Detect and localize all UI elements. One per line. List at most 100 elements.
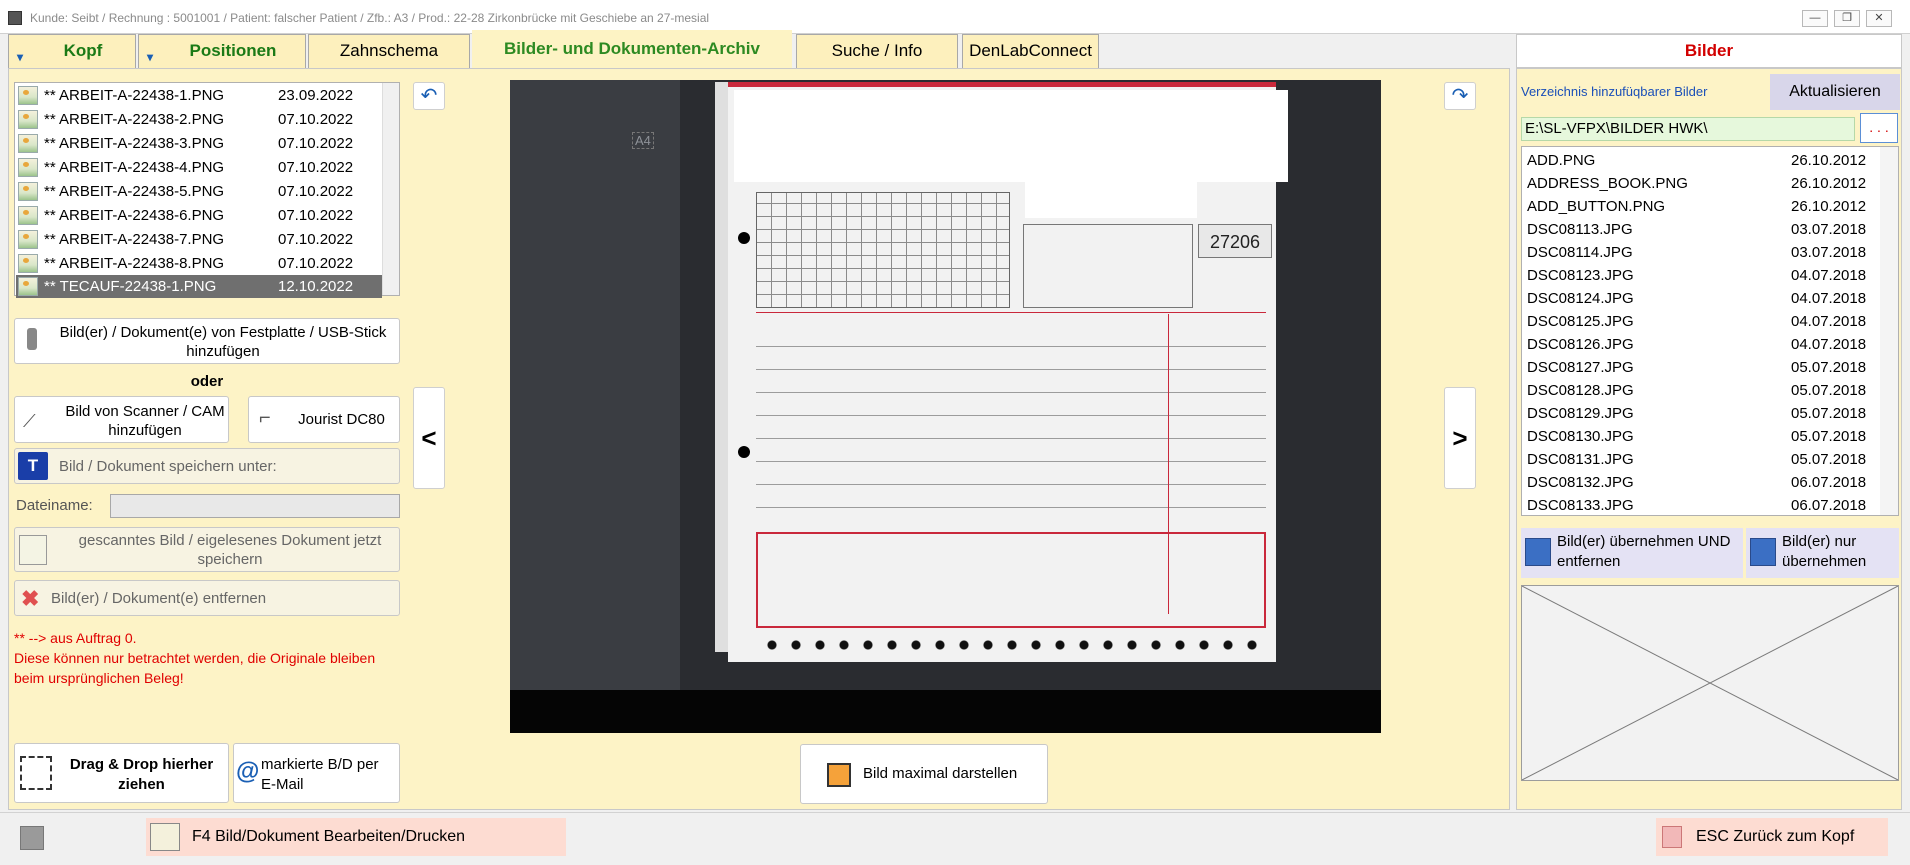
- directory-file-name: DSC08132.JPG: [1527, 474, 1634, 491]
- directory-file-name: DSC08127.JPG: [1527, 359, 1634, 376]
- drag-drop-area[interactable]: Drag & Drop hierher ziehen: [14, 743, 229, 803]
- list-item[interactable]: ** ARBEIT-A-22438-5.PNG 07.10.2022: [16, 180, 382, 203]
- next-image-button[interactable]: >: [1444, 387, 1476, 489]
- rotate-right-button[interactable]: ↷: [1444, 82, 1476, 110]
- image-file-icon: [18, 230, 38, 249]
- save-scanned-button[interactable]: gescanntes Bild / eigelesenes Dokument j…: [14, 527, 400, 572]
- back-to-head-button[interactable]: ESC Zurück zum Kopf: [1656, 818, 1888, 856]
- archive-note-line2: Diese können nur betrachtet werden, die …: [14, 650, 376, 686]
- list-item[interactable]: ** ARBEIT-A-22438-1.PNG 23.09.2022: [16, 84, 382, 107]
- edit-print-icon: [150, 823, 180, 851]
- form-bottom-table: [756, 532, 1266, 628]
- refresh-button[interactable]: Aktualisieren: [1770, 74, 1900, 110]
- list-item[interactable]: DSC08127.JPG 05.07.2018: [1527, 356, 1872, 379]
- list-item[interactable]: ** ARBEIT-A-22438-8.PNG 07.10.2022: [16, 252, 382, 275]
- image-file-icon: [18, 86, 38, 105]
- tab-kopf[interactable]: ▾ Kopf: [8, 34, 136, 68]
- list-item[interactable]: DSC08131.JPG 05.07.2018: [1527, 448, 1872, 471]
- rotate-right-icon: ↷: [1451, 85, 1469, 107]
- add-from-disk-button[interactable]: Bild(er) / Dokument(e) von Festplatte / …: [14, 318, 400, 364]
- email-button[interactable]: @ markierte B/D per E-Mail: [233, 743, 400, 803]
- empty-image-cross-icon: [1522, 586, 1898, 780]
- status-square: [20, 826, 44, 850]
- list-item[interactable]: ** ARBEIT-A-22438-7.PNG 07.10.2022: [16, 228, 382, 251]
- tab-bilder-archiv[interactable]: Bilder- und Dokumenten-Archiv: [472, 30, 792, 68]
- list-item[interactable]: DSC08130.JPG 05.07.2018: [1527, 425, 1872, 448]
- remove-button[interactable]: ✖ Bild(er) / Dokument(e) entfernen: [14, 580, 400, 616]
- show-maximized-button[interactable]: Bild maximal darstellen: [800, 744, 1048, 804]
- take-and-remove-button[interactable]: Bild(er) übernehmen UND entfernen: [1521, 528, 1743, 578]
- usb-stick-icon: [27, 328, 37, 350]
- save-under-button[interactable]: T Bild / Dokument speichern unter:: [14, 448, 400, 484]
- list-item[interactable]: ADD.PNG 26.10.2012: [1527, 149, 1872, 172]
- list-item[interactable]: ** ARBEIT-A-22438-2.PNG 07.10.2022: [16, 108, 382, 131]
- tab-zahnschema[interactable]: Zahnschema: [308, 34, 470, 68]
- maximize-button[interactable]: ❐: [1834, 10, 1860, 27]
- app-icon: [8, 11, 22, 25]
- previous-image-button[interactable]: <: [413, 387, 445, 489]
- image-file-icon: [18, 277, 38, 296]
- list-item[interactable]: DSC08126.JPG 04.07.2018: [1527, 333, 1872, 356]
- redacted-address: [1025, 178, 1197, 218]
- filename-label: Dateiname:: [16, 497, 93, 514]
- jourist-button[interactable]: ⌐ Jourist DC80: [248, 396, 400, 443]
- list-item[interactable]: DSC08124.JPG 04.07.2018: [1527, 287, 1872, 310]
- scan-background: [510, 80, 680, 690]
- directory-file-name: DSC08125.JPG: [1527, 313, 1634, 330]
- tab-suche-info[interactable]: Suche / Info: [796, 34, 958, 68]
- take-icon: [1750, 538, 1776, 566]
- directory-file-list[interactable]: ADD.PNG 26.10.2012 ADDRESS_BOOK.PNG 26.10.2…: [1521, 146, 1899, 516]
- image-file-icon: [18, 206, 38, 225]
- directory-file-name: DSC08114.JPG: [1527, 244, 1633, 261]
- directory-file-name: DSC08129.JPG: [1527, 405, 1634, 422]
- paper-top-red-edge: [728, 82, 1276, 87]
- tab-positionen-label: Positionen: [189, 41, 277, 60]
- list-item[interactable]: ** ARBEIT-A-22438-6.PNG 07.10.2022: [16, 204, 382, 227]
- tab-denlabconnect[interactable]: DenLabConnect: [962, 34, 1099, 68]
- list-item[interactable]: DSC08125.JPG 04.07.2018: [1527, 310, 1872, 333]
- minimize-button[interactable]: —: [1802, 10, 1828, 27]
- drag-drop-icon: [20, 756, 52, 790]
- archive-note: ** --> aus Auftrag 0. Diese können nur b…: [14, 628, 404, 688]
- window-title: Kunde: Seibt / Rechnung : 5001001 / Pati…: [30, 11, 710, 25]
- list-item[interactable]: ADD_BUTTON.PNG 26.10.2012: [1527, 195, 1872, 218]
- filename-input[interactable]: [110, 494, 400, 518]
- redacted-header: [734, 90, 1288, 182]
- list-item[interactable]: ** ARBEIT-A-22438-4.PNG 07.10.2022: [16, 156, 382, 179]
- image-file-icon: [18, 158, 38, 177]
- list-item[interactable]: DSC08129.JPG 05.07.2018: [1527, 402, 1872, 425]
- list-item[interactable]: ADDRESS_BOOK.PNG 26.10.2012: [1527, 172, 1872, 195]
- file-list-scrollbar[interactable]: [382, 83, 399, 295]
- list-item[interactable]: DSC08133.JPG 06.07.2018: [1527, 494, 1872, 515]
- list-item[interactable]: DSC08128.JPG 05.07.2018: [1527, 379, 1872, 402]
- tab-suche-info-label: Suche / Info: [831, 41, 923, 60]
- paper-left-shadow: [715, 82, 728, 652]
- list-item[interactable]: DSC08132.JPG 06.07.2018: [1527, 471, 1872, 494]
- directory-path-field[interactable]: E:\SL-VFPX\BILDER HWK\: [1521, 117, 1855, 141]
- browse-button[interactable]: . . .: [1860, 113, 1898, 143]
- list-item[interactable]: ** ARBEIT-A-22438-3.PNG 07.10.2022: [16, 132, 382, 155]
- list-item[interactable]: DSC08114.JPG 03.07.2018: [1527, 241, 1872, 264]
- list-item[interactable]: DSC08113.JPG 03.07.2018: [1527, 218, 1872, 241]
- directory-list-scrollbar[interactable]: [1880, 147, 1898, 515]
- order-number: 27206: [1198, 224, 1272, 258]
- a4-marker: A4: [632, 132, 654, 149]
- directory-file-name: ADD_BUTTON.PNG: [1527, 198, 1666, 215]
- directory-file-date: 06.07.2018: [1791, 474, 1867, 491]
- list-item[interactable]: DSC08123.JPG 04.07.2018: [1527, 264, 1872, 287]
- list-item-selected[interactable]: ** TECAUF-22438-1.PNG 12.10.2022: [16, 275, 382, 298]
- directory-file-name: DSC08133.JPG: [1527, 497, 1634, 514]
- directory-file-date: 26.10.2012: [1791, 152, 1867, 169]
- directory-file-name: DSC08124.JPG: [1527, 290, 1634, 307]
- edit-print-button[interactable]: F4 Bild/Dokument Bearbeiten/Drucken: [146, 818, 566, 856]
- scanner-button[interactable]: ⟋ Bild von Scanner / CAM hinzufügen: [14, 396, 229, 443]
- directory-file-date: 04.07.2018: [1791, 336, 1867, 353]
- take-only-button[interactable]: Bild(er) nur übernehmen: [1746, 528, 1899, 578]
- tab-positionen[interactable]: ▾ Positionen: [138, 34, 306, 68]
- rotate-left-button[interactable]: ↶: [413, 82, 445, 110]
- file-list[interactable]: ** ARBEIT-A-22438-1.PNG 23.09.2022 ** ARB…: [14, 82, 400, 298]
- tab-kopf-label: Kopf: [63, 41, 103, 60]
- perforation-holes: [760, 638, 1270, 652]
- close-button[interactable]: ✕: [1866, 10, 1892, 27]
- directory-file-name: DSC08123.JPG: [1527, 267, 1634, 284]
